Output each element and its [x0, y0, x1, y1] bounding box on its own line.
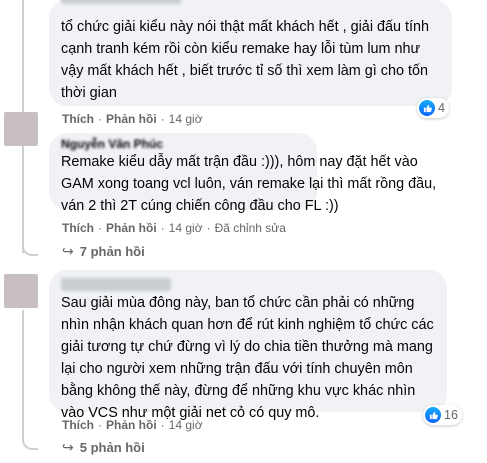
like-icon — [425, 407, 441, 423]
comment-time[interactable]: 14 giờ — [169, 418, 203, 432]
edited-label[interactable]: Đã chỉnh sửa — [215, 221, 286, 235]
thread-line — [22, 0, 24, 129]
comment-actions: Thích · Phản hồi · 14 giờ · Đã chỉnh sửa — [62, 221, 286, 235]
comment-bubble: Sau giải mùa đông này, ban tổ chức cần p… — [49, 270, 447, 421]
comment-actions: Thích · Phản hồi · 14 giờ — [62, 112, 203, 126]
comment-time[interactable]: 14 giờ — [169, 112, 203, 126]
author-name-blurred[interactable] — [61, 0, 181, 4]
comment-text: Remake kiểu dẫy mất trận đầu :))), hôm n… — [61, 154, 437, 214]
avatar[interactable] — [4, 112, 38, 146]
author-name-blurred[interactable] — [61, 278, 171, 291]
author-name[interactable]: Nguyễn Văn Phúc — [61, 137, 305, 151]
reply-link[interactable]: Phản hồi — [106, 112, 157, 126]
reply-link[interactable]: Phản hồi — [106, 221, 157, 235]
reaction-count[interactable]: 4 — [417, 98, 449, 118]
comment-actions: Thích · Phản hồi · 14 giờ — [62, 418, 203, 432]
replies-count: 5 phản hồi — [79, 440, 145, 455]
reply-link[interactable]: Phản hồi — [106, 418, 157, 432]
avatar[interactable] — [4, 274, 38, 308]
comment-text: tổ chức giải kiểu này nói thật mất khách… — [61, 19, 430, 101]
thread-line — [22, 434, 38, 450]
reply-arrow-icon: ↪ — [62, 243, 74, 259]
like-link[interactable]: Thích — [62, 221, 94, 235]
replies-count: 7 phản hồi — [79, 244, 145, 259]
thread-line — [22, 240, 38, 256]
comment-bubble: Nguyễn Văn Phúc Remake kiểu dẫy mất trận… — [49, 133, 436, 214]
reply-arrow-icon: ↪ — [62, 439, 74, 455]
thread-line — [22, 143, 24, 253]
comment-time[interactable]: 14 giờ — [169, 221, 203, 235]
view-replies-button[interactable]: ↪ 7 phản hồi — [62, 243, 145, 260]
comment-bubble: tổ chức giải kiểu này nói thật mất khách… — [49, 0, 452, 106]
like-icon — [419, 100, 435, 116]
view-replies-button[interactable]: ↪ 5 phản hồi — [62, 439, 145, 456]
reaction-count[interactable]: 16 — [423, 405, 462, 425]
comment-text: Sau giải mùa đông này, ban tổ chức cần p… — [61, 295, 434, 421]
thread-line — [22, 310, 24, 435]
like-link[interactable]: Thích — [62, 112, 94, 126]
like-link[interactable]: Thích — [62, 418, 94, 432]
